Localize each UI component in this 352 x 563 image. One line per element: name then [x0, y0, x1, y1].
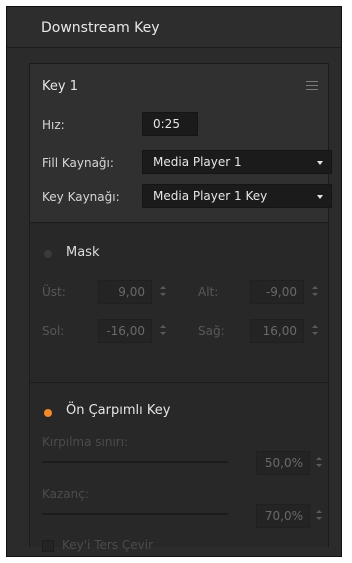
mask-top-input[interactable]: 9,00: [98, 280, 152, 304]
invert-key-checkbox[interactable]: [42, 540, 54, 552]
mask-enable-toggle[interactable]: [44, 250, 52, 258]
mask-bottom-input[interactable]: -9,00: [250, 280, 304, 304]
fill-source-value: Media Player 1: [153, 155, 242, 169]
mask-right-label: Sağ:: [198, 324, 225, 338]
downstream-key-panel: Downstream Key Key 1 Hız: 0:25 Fill Kayn…: [6, 6, 342, 557]
premult-enable-toggle[interactable]: [44, 409, 52, 417]
fill-source-dropdown[interactable]: Media Player 1: [142, 150, 332, 174]
spinner-arrows-icon[interactable]: [312, 280, 320, 304]
gain-input[interactable]: 70,0%: [256, 504, 310, 528]
invert-key-label: Key'i Ters Çevir: [62, 538, 154, 552]
spinner-arrows-icon[interactable]: [312, 319, 320, 343]
rate-label: Hız:: [42, 118, 65, 132]
mask-top-label: Üst:: [42, 285, 66, 299]
premultiplied-key-section: Ön Çarpımlı Key Kırpılma sınırı: 50,0% K…: [30, 382, 328, 552]
chevron-down-icon: [317, 195, 323, 199]
fill-source-label: Fill Kaynağı:: [42, 156, 114, 170]
clip-slider[interactable]: [42, 461, 228, 463]
spinner-arrows-icon[interactable]: [316, 451, 324, 475]
chevron-down-icon: [317, 161, 323, 165]
gain-slider[interactable]: [42, 513, 228, 515]
key-source-value: Media Player 1 Key: [153, 189, 268, 203]
spinner-arrows-icon[interactable]: [316, 504, 324, 528]
spinner-arrows-icon[interactable]: [160, 280, 168, 304]
clip-input[interactable]: 50,0%: [256, 451, 310, 475]
key-title: Key 1: [42, 79, 78, 94]
key-source-dropdown[interactable]: Media Player 1 Key: [142, 184, 332, 208]
mask-title: Mask: [66, 245, 100, 260]
mask-left-label: Sol:: [42, 324, 65, 338]
panel-header[interactable]: Downstream Key: [7, 7, 341, 48]
mask-bottom-label: Alt:: [198, 285, 219, 299]
mask-left-input[interactable]: -16,00: [98, 319, 152, 343]
panel-title: Downstream Key: [41, 20, 160, 36]
premult-title: Ön Çarpımlı Key: [66, 403, 171, 418]
key-card: Key 1 Hız: 0:25 Fill Kaynağı: Media Play…: [29, 63, 332, 552]
gain-label: Kazanç:: [42, 487, 89, 501]
clip-label: Kırpılma sınırı:: [42, 435, 129, 449]
key-settings-section: Key 1 Hız: 0:25 Fill Kaynağı: Media Play…: [30, 64, 332, 222]
mask-section: Mask Üst: 9,00 Alt: -9,00 Sol: -16,00 Sa…: [30, 222, 328, 383]
spinner-arrows-icon[interactable]: [160, 319, 168, 343]
key-source-label: Key Kaynağı:: [42, 190, 120, 204]
rate-input[interactable]: 0:25: [142, 112, 198, 136]
hamburger-menu-icon[interactable]: [306, 81, 318, 93]
mask-right-input[interactable]: 16,00: [250, 319, 304, 343]
